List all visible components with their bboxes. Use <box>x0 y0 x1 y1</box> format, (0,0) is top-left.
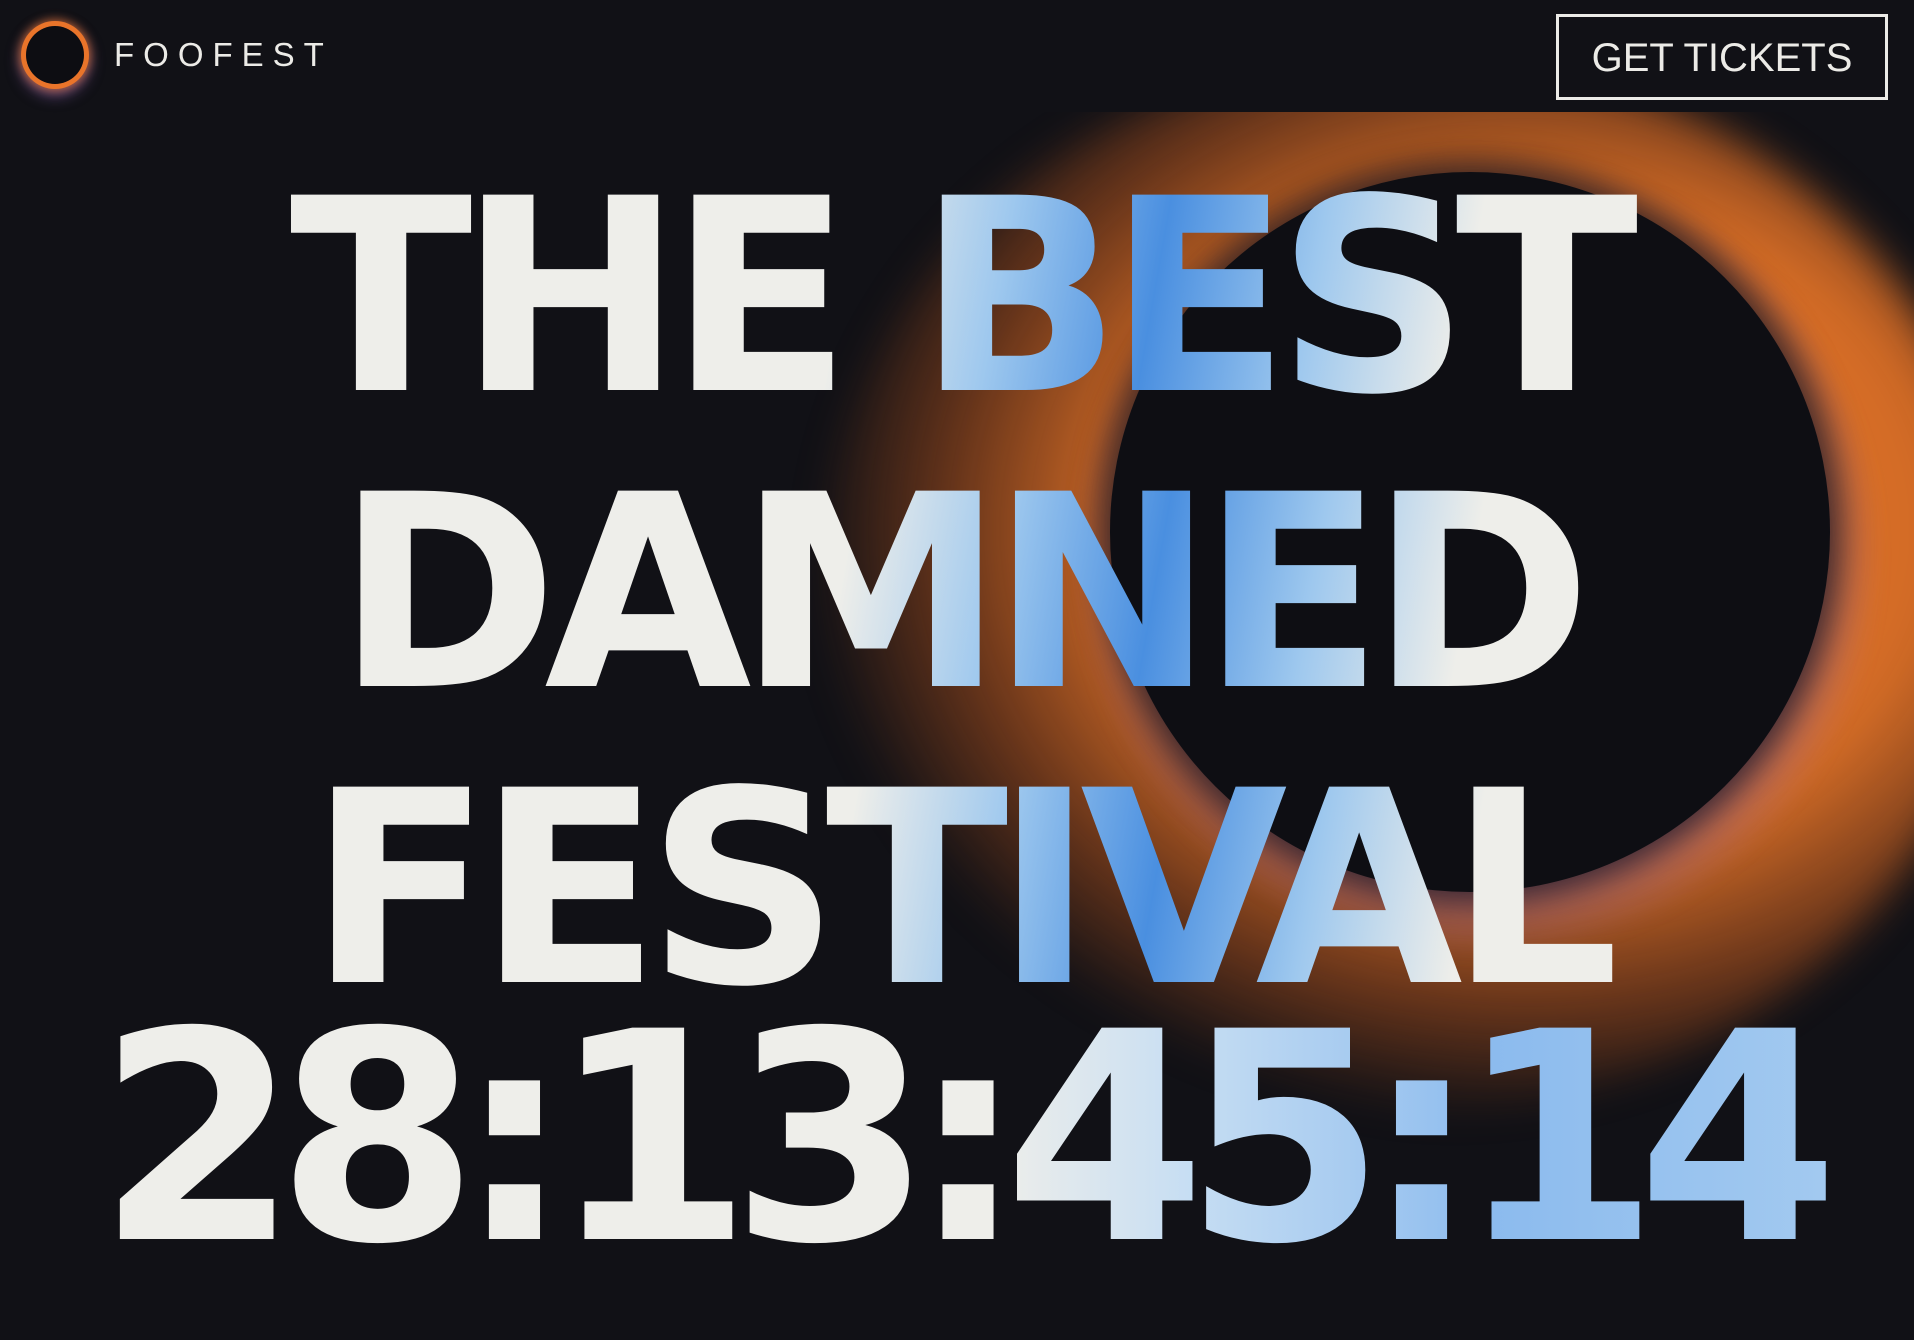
countdown-timer: 28:13:45:14 <box>0 990 1914 1290</box>
headline-line-1: THE BEST <box>0 150 1914 446</box>
headline-line-2: DAMNED <box>0 446 1914 742</box>
brand-logo[interactable]: FOOFEST <box>26 26 333 84</box>
hero-headline: THE BEST DAMNED FESTIVAL <box>0 150 1914 1038</box>
get-tickets-button[interactable]: GET TICKETS <box>1556 14 1888 100</box>
brand-name: FOOFEST <box>114 36 333 73</box>
eclipse-ring-icon <box>26 26 84 84</box>
page: FOOFEST GET TICKETS THE BEST DAMNED FEST… <box>0 0 1914 1340</box>
site-header: FOOFEST GET TICKETS <box>0 0 1914 112</box>
